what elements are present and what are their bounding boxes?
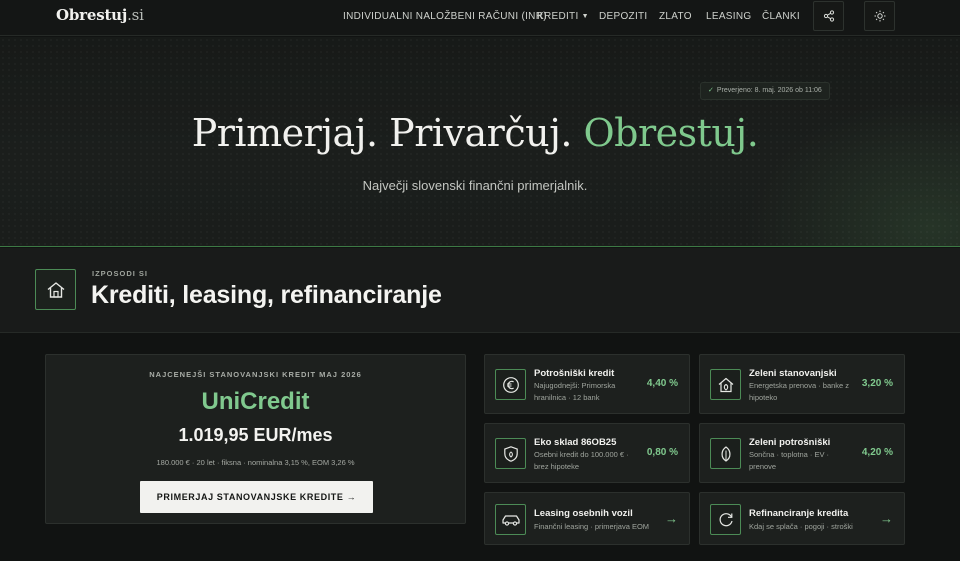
top-navigation: Obrestuj.si INDIVIDUALNI NALOŽBENI RAČUN… (0, 0, 960, 36)
compare-mortgages-button[interactable]: PRIMERJAJ STANOVANJSKE KREDITE → (140, 481, 373, 513)
card-description: Najugodnejši: Primorska hranilnica · 12 … (534, 381, 616, 402)
share-icon (823, 10, 834, 22)
card-description: Energetska prenova · banke z hipoteko (749, 381, 850, 402)
card-green-mortgage[interactable]: Zeleni stanovanjski Energetska prenova ·… (699, 354, 905, 414)
theme-toggle-button[interactable] (864, 1, 895, 31)
card-icon-box (495, 438, 526, 469)
verified-text: Preverjeno: 8. maj. 2026 ob 11:06 (716, 87, 822, 94)
card-icon-box (710, 369, 741, 400)
card-title: Zeleni potrošniški (749, 437, 831, 448)
nav-link-krediti-label: KREDITI (537, 11, 579, 22)
hero-title-accent: Obrestuj. (583, 111, 759, 155)
site-logo[interactable]: Obrestuj.si (56, 6, 144, 24)
logo-main: Obrestuj (56, 6, 128, 24)
nav-link-depoziti[interactable]: DEPOZITI (599, 11, 648, 22)
hero-title-main: Primerjaj. Privarčuj. (191, 111, 584, 155)
featured-eyebrow: NAJCENEJŠI STANOVANJSKI KREDIT MAJ 2026 (149, 370, 362, 379)
card-consumer-loan[interactable]: Potrošniški kredit Najugodnejši: Primors… (484, 354, 690, 414)
sun-icon (874, 10, 885, 22)
hero-title: Primerjaj. Privarčuj. Obrestuj. (0, 111, 950, 155)
card-car-leasing[interactable]: Leasing osebnih vozil Finančni leasing ·… (484, 492, 690, 545)
chevron-down-icon: ▼ (581, 13, 589, 20)
euro-coin-icon (502, 376, 519, 393)
nav-link-clanki[interactable]: ČLANKI (762, 11, 800, 22)
car-icon (501, 514, 520, 526)
check-icon: ✓ (708, 87, 714, 94)
green-house-icon (718, 377, 733, 392)
refresh-icon (719, 512, 733, 526)
arrow-right-icon: → (665, 511, 678, 526)
nav-link-leasing[interactable]: LEASING (706, 11, 751, 22)
card-title: Eko sklad 86OB25 (534, 437, 617, 448)
section-title: Krediti, leasing, refinanciranje (91, 281, 442, 309)
nav-link-krediti[interactable]: KREDITI ▼ (537, 11, 589, 22)
section-header: IZPOSODI SI Krediti, leasing, refinancir… (0, 248, 960, 333)
card-eko-sklad[interactable]: Eko sklad 86OB25 Osebni kredit do 100.00… (484, 423, 690, 483)
card-icon-box (495, 369, 526, 400)
hero-subtitle: Največji slovenski finančni primerjalnik… (362, 178, 588, 193)
card-green-consumer[interactable]: Zeleni potrošniški Sončna · toplotna · E… (699, 423, 905, 483)
leaf-icon (720, 445, 731, 462)
card-icon-box (710, 504, 741, 535)
section-eyebrow: IZPOSODI SI (92, 269, 149, 278)
section-icon-box (35, 269, 76, 310)
card-title: Leasing osebnih vozil (534, 508, 633, 519)
card-description: Sončna · toplotna · EV · prenove (749, 450, 830, 471)
card-description: Kdaj se splača · pogoji · stroški (749, 522, 853, 531)
card-title: Potrošniški kredit (534, 368, 615, 379)
shield-leaf-icon (503, 445, 518, 462)
card-description: Osebni kredit do 100.000 € · brez hipote… (534, 450, 629, 471)
nav-link-zlato[interactable]: ZLATO (659, 11, 692, 22)
featured-monthly-price: 1.019,95 EUR/mes (178, 425, 333, 445)
featured-bank-name: UniCredit (201, 388, 310, 415)
card-rate: 4,20 % (861, 447, 893, 458)
card-description: Finančni leasing · primerjava EOM (534, 522, 650, 531)
share-button[interactable] (813, 1, 844, 31)
featured-mortgage-card: NAJCENEJŠI STANOVANJSKI KREDIT MAJ 2026 … (45, 354, 466, 524)
card-icon-box (710, 438, 741, 469)
card-title: Zeleni stanovanjski (749, 368, 837, 379)
nav-link-inr[interactable]: INDIVIDUALNI NALOŽBENI RAČUNI (INR) (343, 11, 547, 22)
card-rate: 4,40 % (646, 378, 678, 389)
hero-section: ✓ Preverjeno: 8. maj. 2026 ob 11:06 Prime… (0, 37, 960, 247)
card-refinancing[interactable]: Refinanciranje kredita Kdaj se splača · … (699, 492, 905, 545)
card-icon-box (495, 504, 526, 535)
verified-badge: ✓ Preverjeno: 8. maj. 2026 ob 11:06 (700, 82, 830, 100)
arrow-right-icon: → (880, 511, 893, 526)
house-icon (47, 281, 64, 298)
card-rate: 0,80 % (646, 447, 678, 458)
featured-loan-details: 180.000 € · 20 let · fiksna · nominalna … (156, 458, 355, 467)
logo-tld: .si (127, 6, 144, 24)
card-title: Refinanciranje kredita (749, 508, 849, 519)
card-rate: 3,20 % (861, 378, 893, 389)
